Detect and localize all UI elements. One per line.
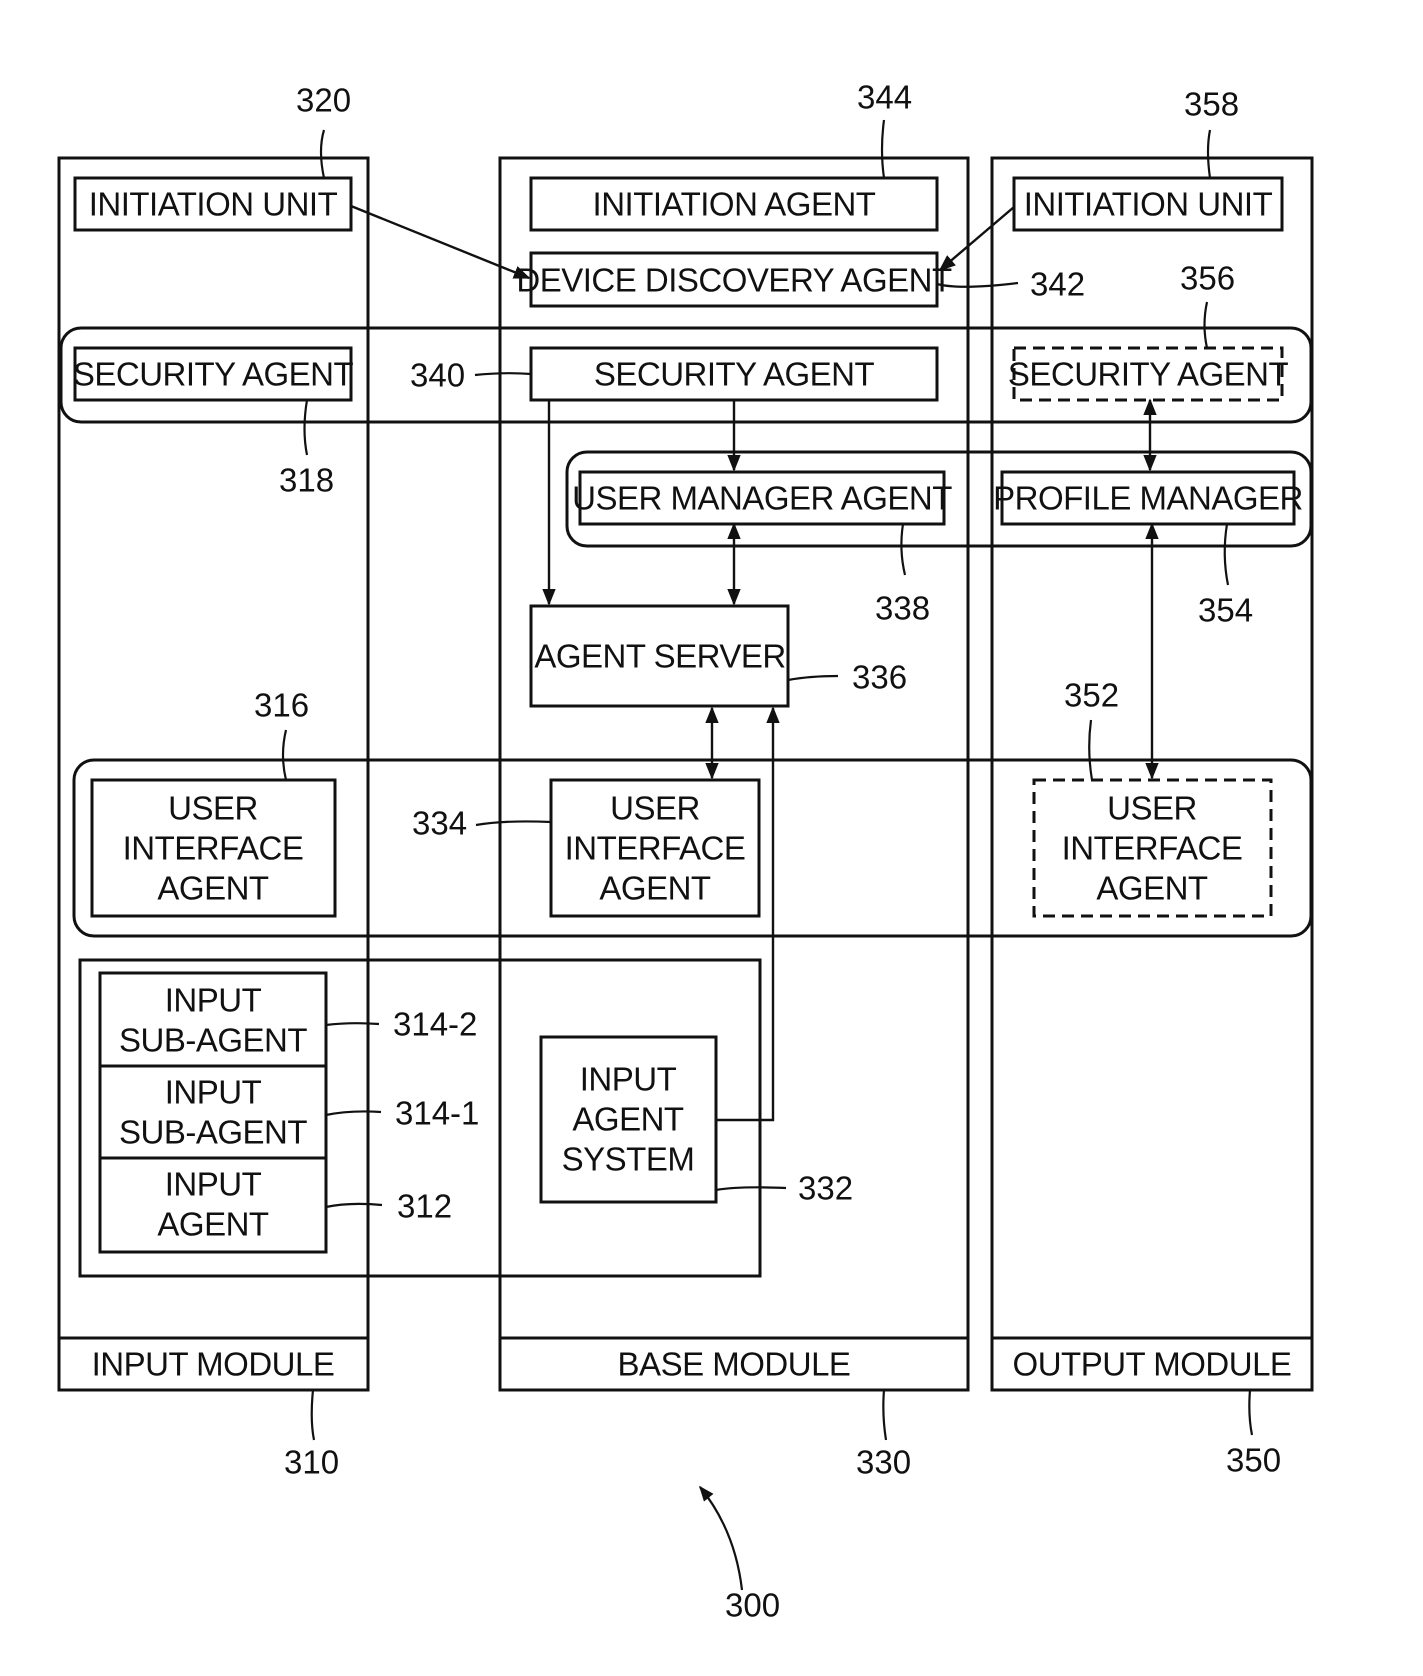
svg-text:SECURITY AGENT: SECURITY AGENT <box>73 356 354 393</box>
input-agent: INPUT AGENT <box>98 1156 328 1254</box>
svg-text:USER: USER <box>1107 790 1197 827</box>
svg-text:SECURITY AGENT: SECURITY AGENT <box>1008 356 1289 393</box>
svg-text:PROFILE MANAGER: PROFILE MANAGER <box>993 480 1303 517</box>
ref-350: 350 <box>1226 1442 1281 1479</box>
ref-332: 332 <box>798 1170 853 1207</box>
output-module-label: OUTPUT MODULE <box>1013 1346 1292 1383</box>
ref-344: 344 <box>857 79 912 116</box>
svg-text:SYSTEM: SYSTEM <box>562 1141 695 1178</box>
svg-text:INPUT: INPUT <box>165 982 262 1019</box>
svg-text:AGENT: AGENT <box>1096 870 1208 907</box>
ref-320: 320 <box>296 82 351 119</box>
input-sub-agent-2: INPUT SUB-AGENT <box>98 971 328 1068</box>
input-security-agent: SECURITY AGENT <box>73 346 354 402</box>
base-input-agent-system: INPUT AGENT SYSTEM <box>539 1035 718 1204</box>
svg-text:INPUT: INPUT <box>580 1061 677 1098</box>
base-ui-agent: USER INTERFACE AGENT <box>549 778 761 918</box>
input-ui-agent: USER INTERFACE AGENT <box>90 778 337 918</box>
base-module: BASE MODULE <box>498 156 970 1392</box>
ref-342: 342 <box>1030 266 1085 303</box>
ref-354: 354 <box>1198 592 1253 629</box>
output-profile-manager: PROFILE MANAGER <box>993 470 1303 526</box>
svg-text:INTERFACE: INTERFACE <box>1062 830 1243 867</box>
output-initiation-unit: INITIATION UNIT <box>1012 176 1284 232</box>
arrow-input-init-to-discovery <box>350 204 531 280</box>
base-user-manager-agent: USER MANAGER AGENT <box>572 470 953 526</box>
svg-text:SECURITY AGENT: SECURITY AGENT <box>594 356 875 393</box>
svg-text:AGENT: AGENT <box>599 870 711 907</box>
base-device-discovery-agent: DEVICE DISCOVERY AGENT <box>516 251 952 308</box>
svg-text:AGENT: AGENT <box>157 1206 269 1243</box>
output-security-agent: SECURITY AGENT <box>1008 346 1289 402</box>
ref-340: 340 <box>410 357 465 394</box>
ref-352: 352 <box>1064 677 1119 714</box>
arrow-output-init-to-discovery <box>938 206 1015 272</box>
input-sub-agent-1: INPUT SUB-AGENT <box>98 1064 328 1160</box>
ref-300: 300 <box>725 1587 780 1624</box>
ref-314-1: 314-1 <box>395 1095 479 1132</box>
svg-text:SUB-AGENT: SUB-AGENT <box>119 1114 307 1151</box>
base-module-label: BASE MODULE <box>618 1346 851 1383</box>
ref-314-2: 314-2 <box>393 1006 477 1043</box>
ref-310: 310 <box>284 1444 339 1481</box>
svg-text:INITIATION UNIT: INITIATION UNIT <box>89 186 338 223</box>
ref-358: 358 <box>1184 86 1239 123</box>
base-security-agent: SECURITY AGENT <box>529 346 939 402</box>
svg-text:USER: USER <box>610 790 700 827</box>
ref-330: 330 <box>856 1444 911 1481</box>
svg-text:INITIATION UNIT: INITIATION UNIT <box>1024 186 1273 223</box>
ref-336: 336 <box>852 659 907 696</box>
svg-text:USER MANAGER AGENT: USER MANAGER AGENT <box>572 480 952 517</box>
ref-318: 318 <box>279 462 334 499</box>
system-diagram: INPUT MODULE BASE MODULE OUTPUT MODULE I… <box>57 79 1314 1624</box>
base-initiation-agent: INITIATION AGENT <box>529 176 939 232</box>
svg-text:INPUT: INPUT <box>165 1074 262 1111</box>
output-ui-agent: USER INTERFACE AGENT <box>1032 778 1273 918</box>
ref-316: 316 <box>254 687 309 724</box>
svg-text:INITIATION AGENT: INITIATION AGENT <box>593 186 876 223</box>
ref-312: 312 <box>397 1188 452 1225</box>
ref-356: 356 <box>1180 260 1235 297</box>
svg-text:DEVICE DISCOVERY AGENT: DEVICE DISCOVERY AGENT <box>516 262 952 299</box>
svg-text:AGENT: AGENT <box>572 1101 684 1138</box>
ref-338: 338 <box>875 590 930 627</box>
base-agent-server: AGENT SERVER <box>529 604 790 708</box>
input-initiation-unit: INITIATION UNIT <box>73 176 353 232</box>
svg-text:INPUT: INPUT <box>165 1166 262 1203</box>
svg-text:INTERFACE: INTERFACE <box>565 830 746 867</box>
input-module-label: INPUT MODULE <box>92 1346 335 1383</box>
svg-text:SUB-AGENT: SUB-AGENT <box>119 1022 307 1059</box>
svg-text:AGENT SERVER: AGENT SERVER <box>534 638 785 675</box>
svg-text:INTERFACE: INTERFACE <box>123 830 304 867</box>
svg-text:AGENT: AGENT <box>157 870 269 907</box>
ref-334: 334 <box>412 805 467 842</box>
svg-text:USER: USER <box>168 790 258 827</box>
